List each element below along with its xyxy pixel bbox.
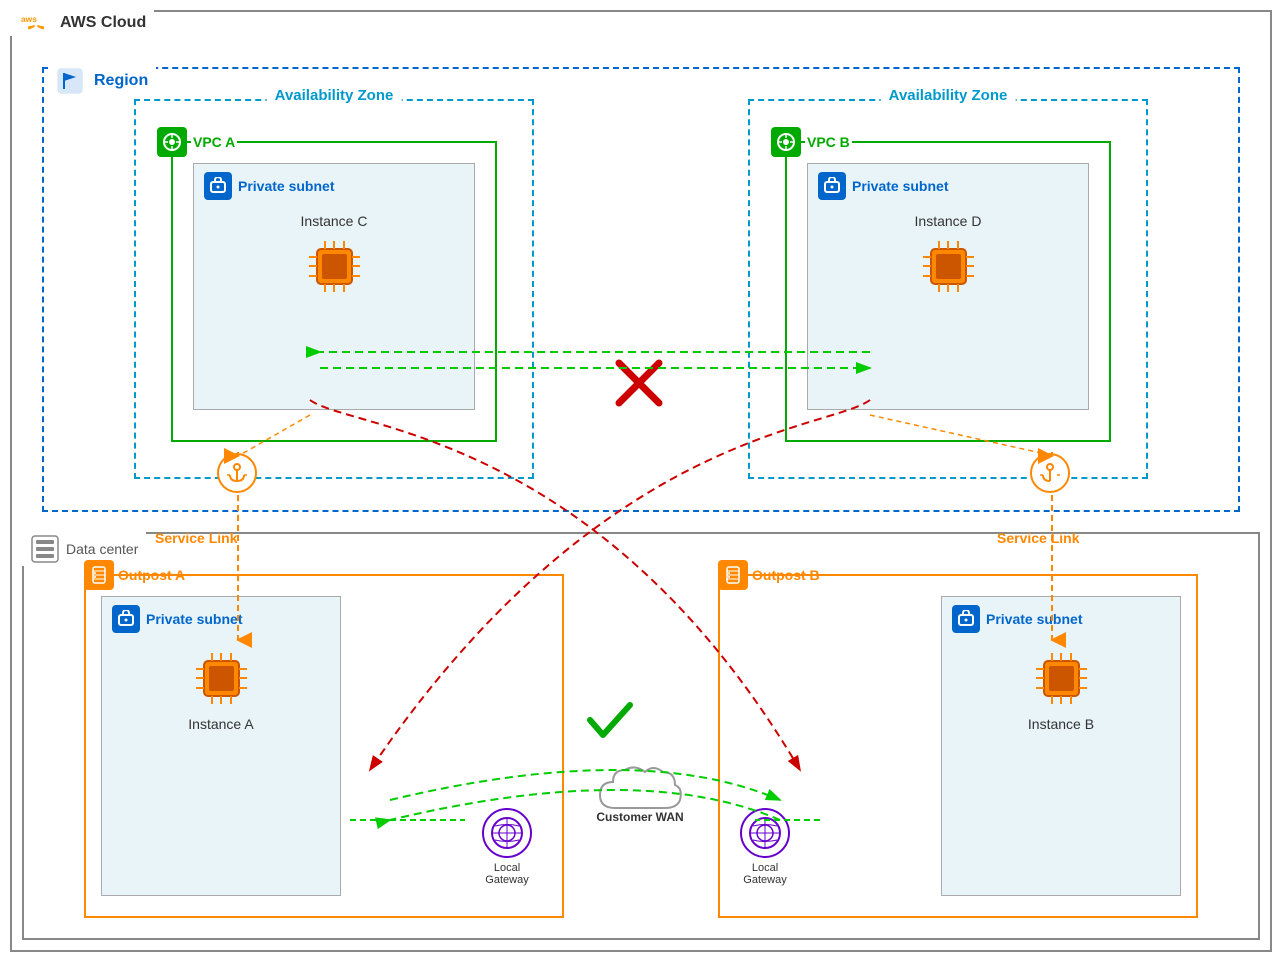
region-icon <box>56 67 84 95</box>
subnet-a-box: Private subnet <box>101 596 341 896</box>
outpost-b-box: Outpost B LocalGateway <box>718 574 1198 918</box>
local-gw-b-label: LocalGateway <box>743 862 786 886</box>
instance-b-label: Instance B <box>942 716 1180 732</box>
aws-logo-icon: aws <box>18 12 54 34</box>
subnet-c-header: Private subnet <box>194 164 474 208</box>
vpc-b-box: VPC B Private subnet Instance D <box>785 141 1111 442</box>
outpost-a-box: Outpost A Private subnet <box>84 574 564 918</box>
x-mark-icon <box>614 358 664 408</box>
az-box-right: Availability Zone VPC B <box>748 99 1148 479</box>
az-label-left: Availability Zone <box>267 87 402 104</box>
region-box: Region Availability Zone VPC A <box>42 67 1240 512</box>
local-gw-a-icon <box>482 808 532 858</box>
vpc-b-header: VPC B <box>771 127 852 157</box>
anchor-right-icon <box>1030 453 1070 493</box>
local-gw-b-icon <box>740 808 790 858</box>
chip-a-icon <box>194 651 249 706</box>
outpost-b-header: Outpost B <box>718 560 820 590</box>
customer-wan-label: Customer WAN <box>596 810 683 824</box>
datacenter-box: Data center Outpost A Private su <box>22 532 1260 940</box>
vpc-a-header: VPC A <box>157 127 237 157</box>
local-gw-b: LocalGateway <box>740 808 790 886</box>
instance-a-label: Instance A <box>102 716 340 732</box>
vpc-b-label: VPC B <box>805 134 852 150</box>
subnet-d-box: Private subnet Instance D <box>807 163 1089 410</box>
local-gw-a: LocalGateway <box>482 808 532 886</box>
subnet-b-header: Private subnet <box>942 597 1180 641</box>
customer-wan: Customer WAN <box>590 760 690 824</box>
aws-cloud-header: aws AWS Cloud <box>10 10 154 36</box>
service-link-left-label: Service Link <box>155 530 238 548</box>
region-header: Region <box>52 67 156 95</box>
instance-c-label: Instance C <box>194 213 474 229</box>
subnet-b-label: Private subnet <box>986 611 1082 627</box>
chip-c-icon <box>307 239 362 294</box>
anchor-left-icon <box>217 453 257 493</box>
subnet-b-icon <box>952 605 980 633</box>
datacenter-icon <box>30 534 60 564</box>
diagram-container: aws AWS Cloud Region Availability Zone <box>0 0 1282 962</box>
region-label: Region <box>90 72 152 90</box>
vpc-a-icon <box>157 127 187 157</box>
chip-d-icon <box>921 239 976 294</box>
subnet-a-label: Private subnet <box>146 611 242 627</box>
outpost-b-icon <box>718 560 748 590</box>
az-label-right: Availability Zone <box>881 87 1016 104</box>
outpost-a-label: Outpost A <box>118 567 185 583</box>
vpc-b-icon <box>771 127 801 157</box>
outpost-a-header: Outpost A <box>84 560 185 590</box>
local-gw-a-label: LocalGateway <box>485 862 528 886</box>
subnet-d-header: Private subnet <box>808 164 1088 208</box>
subnet-c-icon <box>204 172 232 200</box>
aws-cloud-label: AWS Cloud <box>60 14 146 32</box>
subnet-c-label: Private subnet <box>238 178 334 194</box>
subnet-c-box: Private subnet Instance C <box>193 163 475 410</box>
outpost-b-label: Outpost B <box>752 567 820 583</box>
subnet-a-icon <box>112 605 140 633</box>
subnet-b-box: Private subnet <box>941 596 1181 896</box>
svg-text:aws: aws <box>21 14 37 24</box>
datacenter-label: Data center <box>66 541 138 557</box>
vpc-a-box: VPC A Private subnet Instance C <box>171 141 497 442</box>
subnet-d-label: Private subnet <box>852 178 948 194</box>
chip-b-icon <box>1034 651 1089 706</box>
az-box-left: Availability Zone VPC A <box>134 99 534 479</box>
check-mark-icon <box>585 695 635 745</box>
instance-d-label: Instance D <box>808 213 1088 229</box>
subnet-d-icon <box>818 172 846 200</box>
subnet-a-header: Private subnet <box>102 597 340 641</box>
vpc-a-label: VPC A <box>191 134 237 150</box>
outpost-a-icon <box>84 560 114 590</box>
service-link-right-label: Service Link <box>997 530 1080 548</box>
